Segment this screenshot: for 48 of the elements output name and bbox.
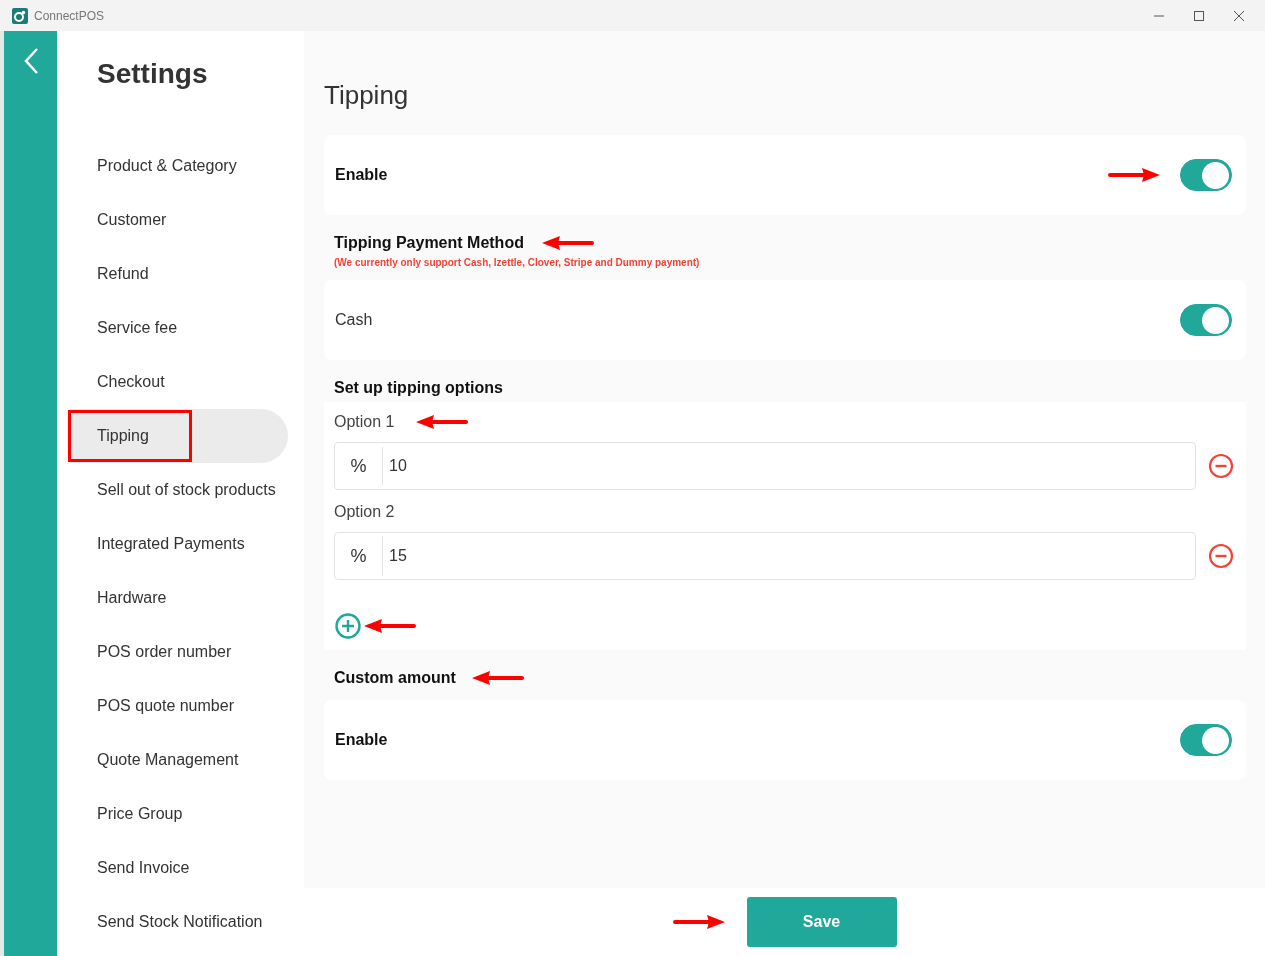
sidebar-item[interactable]: Refund (70, 247, 288, 301)
add-icon[interactable] (334, 612, 362, 640)
section-heading: Tipping Payment Method (334, 233, 524, 253)
annotation-arrow-icon (541, 236, 594, 250)
option-value: 10 (388, 456, 407, 476)
maximize-icon[interactable] (1193, 9, 1205, 22)
sidebar-item[interactable]: Send Stock Notification (70, 895, 288, 949)
percent-unit: % (335, 537, 383, 575)
remove-icon[interactable] (1208, 543, 1234, 569)
sidebar-item[interactable]: Hardware (70, 571, 288, 625)
sidebar-item[interactable]: Sell out of stock products (70, 463, 288, 517)
sidebar-item[interactable]: Integrated Payments (70, 517, 288, 571)
sidebar-item[interactable]: POS order number (70, 625, 288, 679)
annotation-arrow-icon (416, 415, 469, 429)
sidebar-item[interactable]: Price Group (70, 787, 288, 841)
sidebar-item[interactable]: Product & Category (70, 139, 288, 193)
option-label: Option 2 (334, 502, 395, 522)
annotation-arrow-icon (364, 619, 416, 633)
sidebar-item[interactable]: Send Invoice (70, 841, 288, 895)
annotation-arrow-icon (672, 915, 725, 929)
annotation-arrow-icon (1108, 168, 1160, 182)
sidebar-item[interactable]: Service fee (70, 301, 288, 355)
section-heading: Set up tipping options (333, 378, 504, 398)
sidebar-item[interactable]: Customer (70, 193, 288, 247)
option-input-field[interactable]: % 15 (334, 532, 1196, 580)
enable-label: Enable (335, 165, 388, 185)
close-icon[interactable] (1233, 9, 1245, 22)
sidebar-title: Settings (96, 57, 209, 91)
toggle-switch[interactable] (1180, 304, 1232, 336)
section-heading: Custom amount (334, 668, 456, 688)
option-input-field[interactable]: % 10 (334, 442, 1196, 490)
sidebar-item[interactable]: POS quote number (70, 679, 288, 733)
option-label: Option 1 (334, 412, 395, 432)
percent-unit: % (335, 447, 383, 485)
app-logo-icon (12, 7, 28, 24)
window-title: ConnectPOS (34, 7, 105, 25)
page-title: Tipping (324, 79, 410, 111)
option-value: 15 (388, 546, 407, 566)
sidebar-item[interactable]: Tipping (70, 409, 288, 463)
payment-method-label: Cash (335, 310, 373, 330)
sidebar-item[interactable]: Checkout (70, 355, 288, 409)
enable-label: Enable (335, 730, 388, 750)
sidebar-item[interactable]: Quote Management (70, 733, 288, 787)
annotation-arrow-icon (471, 671, 524, 685)
toggle-switch[interactable] (1180, 724, 1232, 756)
toggle-switch[interactable] (1180, 159, 1232, 191)
remove-icon[interactable] (1208, 453, 1234, 479)
support-note: (We currently only support Cash, Izettle, Clover, Stripe and Dummy payment) (334, 256, 701, 270)
